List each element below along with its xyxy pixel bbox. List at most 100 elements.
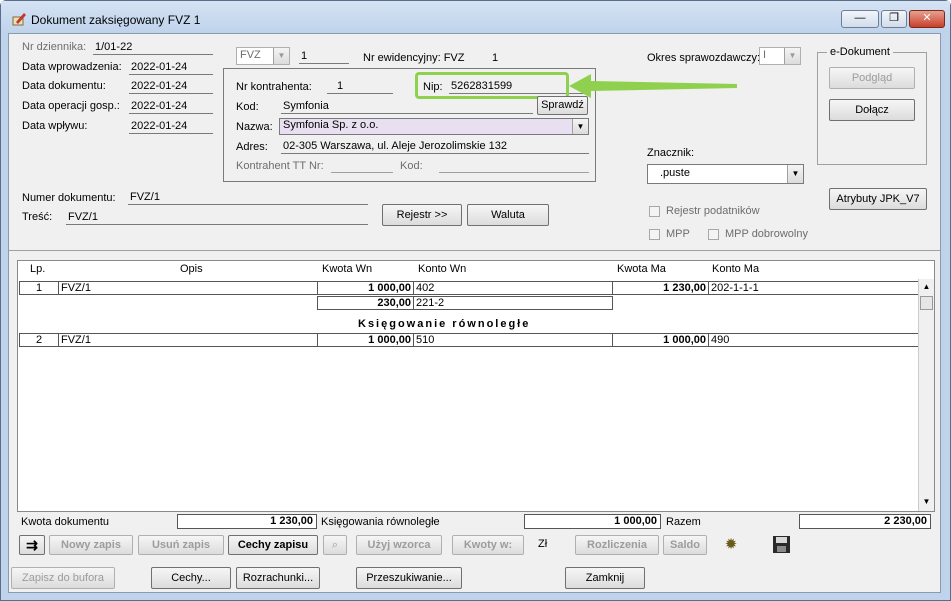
razem-label: Razem (666, 516, 701, 528)
maximize-icon: ❐ (889, 12, 899, 24)
scroll-down-icon[interactable]: ▼ (920, 495, 933, 509)
kontrahent-tt-value[interactable] (331, 159, 393, 173)
arrow-icon (569, 74, 737, 98)
ksiegowania-rownolegle-label: Księgowania równoległe (321, 516, 440, 528)
usun-zapis-button[interactable]: Usuń zapis (138, 535, 224, 555)
przeszukiwanie-button[interactable]: Przeszukiwanie... (356, 567, 462, 589)
chevron-down-icon: ▼ (572, 119, 588, 134)
row2-lp[interactable]: 2 (19, 333, 59, 347)
tresc-value[interactable]: FVZ/1 (66, 211, 368, 225)
kod-label: Kod: (236, 101, 259, 113)
mpp-dobrowolny-checkbox[interactable] (708, 229, 719, 240)
kod-value[interactable]: Symfonia (281, 100, 533, 114)
vertical-scrollbar[interactable]: ▲ ▼ (918, 279, 934, 511)
ledger-grid[interactable]: Lp. Opis Kwota Wn Konto Wn Kwota Ma Kont… (17, 260, 935, 512)
zapisz-do-bufora-button[interactable]: Zapisz do bufora (11, 567, 115, 589)
header-konto-wn: Konto Wn (418, 263, 467, 275)
save-icon[interactable] (772, 535, 791, 554)
kod2-label: Kod: (400, 160, 423, 172)
data-operacji-value[interactable]: 2022-01-24 (129, 100, 213, 114)
row2-kwota-wn[interactable]: 1 000,00 (317, 333, 414, 347)
nazwa-label: Nazwa: (236, 121, 273, 133)
rejestr-label: Rejestr podatników (666, 205, 760, 217)
cechy-button[interactable]: Cechy... (151, 567, 231, 589)
cechy-zapisu-button[interactable]: Cechy zapisu (228, 535, 318, 555)
okres-select[interactable]: I ▼ (759, 47, 801, 65)
dolacz-button[interactable]: Dołącz (829, 99, 915, 121)
data-dokumentu-value[interactable]: 2022-01-24 (129, 80, 213, 94)
row1-kwota-wn[interactable]: 1 000,00 (317, 281, 414, 295)
row1-kwota-ma[interactable]: 1 230,00 (612, 281, 709, 295)
edokument-title: e-Dokument (827, 46, 893, 58)
arrows-icon[interactable]: ⇉ (19, 535, 45, 555)
kwota-dokumentu-value: 1 230,00 (177, 514, 317, 529)
section-title: Księgowanie równoległe (358, 318, 531, 330)
rozrachunki-button[interactable]: Rozrachunki... (236, 567, 320, 589)
chevron-down-icon: ▼ (784, 48, 800, 64)
znacznik-value: .puste (660, 167, 690, 179)
nazwa-select[interactable]: Symfonia Sp. z o.o. ▼ (279, 118, 589, 135)
header-opis: Opis (180, 263, 203, 275)
close-button[interactable]: ✕ (909, 10, 945, 28)
minimize-button[interactable]: — (841, 10, 879, 28)
maximize-button[interactable]: ❐ (881, 10, 907, 28)
separator (9, 250, 940, 251)
waluta-button[interactable]: Waluta (467, 204, 549, 226)
okres-label: Okres sprawozdawczy: (647, 52, 761, 64)
numer-dokumentu-label: Numer dokumentu: (22, 192, 116, 204)
nr-kontrahenta-label: Nr kontrahenta: (236, 81, 312, 93)
podglad-button[interactable]: Podgląd (829, 67, 915, 89)
scroll-thumb[interactable] (920, 296, 933, 310)
doc-type-value: FVZ (240, 49, 261, 61)
gear-icon[interactable]: ✹ (721, 535, 741, 555)
row1-lp[interactable]: 1 (19, 281, 59, 295)
title-bar[interactable]: Dokument zaksięgowany FVZ 1 — ❐ ✕ (1, 1, 950, 31)
row2-opis[interactable]: FVZ/1 (58, 333, 318, 347)
row1-konto-ma[interactable]: 202-1-1-1 (708, 281, 919, 295)
rejestr-button[interactable]: Rejestr >> (382, 204, 462, 226)
data-wplywu-value[interactable]: 2022-01-24 (129, 120, 213, 134)
row2-kwota-ma[interactable]: 1 000,00 (612, 333, 709, 347)
row2-konto-ma[interactable]: 490 (708, 333, 919, 347)
nr-kontrahenta-value[interactable]: 1 (327, 80, 393, 94)
header-konto-ma: Konto Ma (712, 263, 760, 275)
nr-ewid-label: Nr ewidencyjny: FVZ (363, 52, 465, 64)
row1b-kwota-wn[interactable]: 230,00 (317, 296, 414, 310)
app-icon (12, 13, 26, 26)
znacznik-select[interactable]: .puste ▼ (647, 164, 804, 184)
nowy-zapis-button[interactable]: Nowy zapis (49, 535, 133, 555)
mpp-dobrowolny-label: MPP dobrowolny (725, 228, 808, 240)
kwota-dokumentu-label: Kwota dokumentu (21, 516, 110, 528)
nr-ewid-value: 1 (492, 52, 499, 64)
numer-dokumentu-value[interactable]: FVZ/1 (128, 191, 368, 205)
kod2-value[interactable] (439, 159, 589, 173)
chevron-down-icon: ▼ (787, 165, 803, 183)
atrybuty-jpk-button[interactable]: Atrybuty JPK_V7 (829, 188, 927, 210)
doc-number-value: 1 (299, 50, 349, 64)
saldo-button[interactable]: Saldo (663, 535, 707, 555)
attach-icon[interactable]: ⌕ (323, 535, 347, 555)
nazwa-value: Symfonia Sp. z o.o. (283, 119, 379, 131)
header-kwota-wn: Kwota Wn (322, 263, 373, 275)
data-wprowadzenia-label: Data wprowadzenia: (22, 61, 122, 73)
ksiegowania-rownolegle-value: 1 000,00 (524, 514, 661, 529)
header-kwota-ma: Kwota Ma (617, 263, 666, 275)
row1b-konto-wn[interactable]: 221-2 (413, 296, 613, 310)
row2-konto-wn[interactable]: 510 (413, 333, 613, 347)
mpp-checkbox[interactable] (649, 229, 660, 240)
adres-value[interactable]: 02-305 Warszawa, ul. Aleje Jerozolimskie… (281, 140, 589, 154)
kontrahent-tt-label: Kontrahent TT Nr: (236, 160, 324, 172)
doc-type-select[interactable]: FVZ ▼ (236, 47, 290, 65)
razem-value: 2 230,00 (799, 514, 931, 529)
rejestr-checkbox[interactable] (649, 206, 660, 217)
scroll-up-icon[interactable]: ▲ (920, 280, 933, 294)
kwoty-w-button[interactable]: Kwoty w: (452, 535, 524, 555)
zamknij-button[interactable]: Zamknij (565, 567, 645, 589)
row1-konto-wn[interactable]: 402 (413, 281, 613, 295)
nr-dziennika-value: 1/01-22 (93, 41, 213, 55)
data-operacji-label: Data operacji gosp.: (22, 100, 120, 112)
row1-opis[interactable]: FVZ/1 (58, 281, 318, 295)
rozliczenia-button[interactable]: Rozliczenia (575, 535, 659, 555)
header-lp: Lp. (30, 263, 46, 275)
uzyj-wzorca-button[interactable]: Użyj wzorca (356, 535, 442, 555)
